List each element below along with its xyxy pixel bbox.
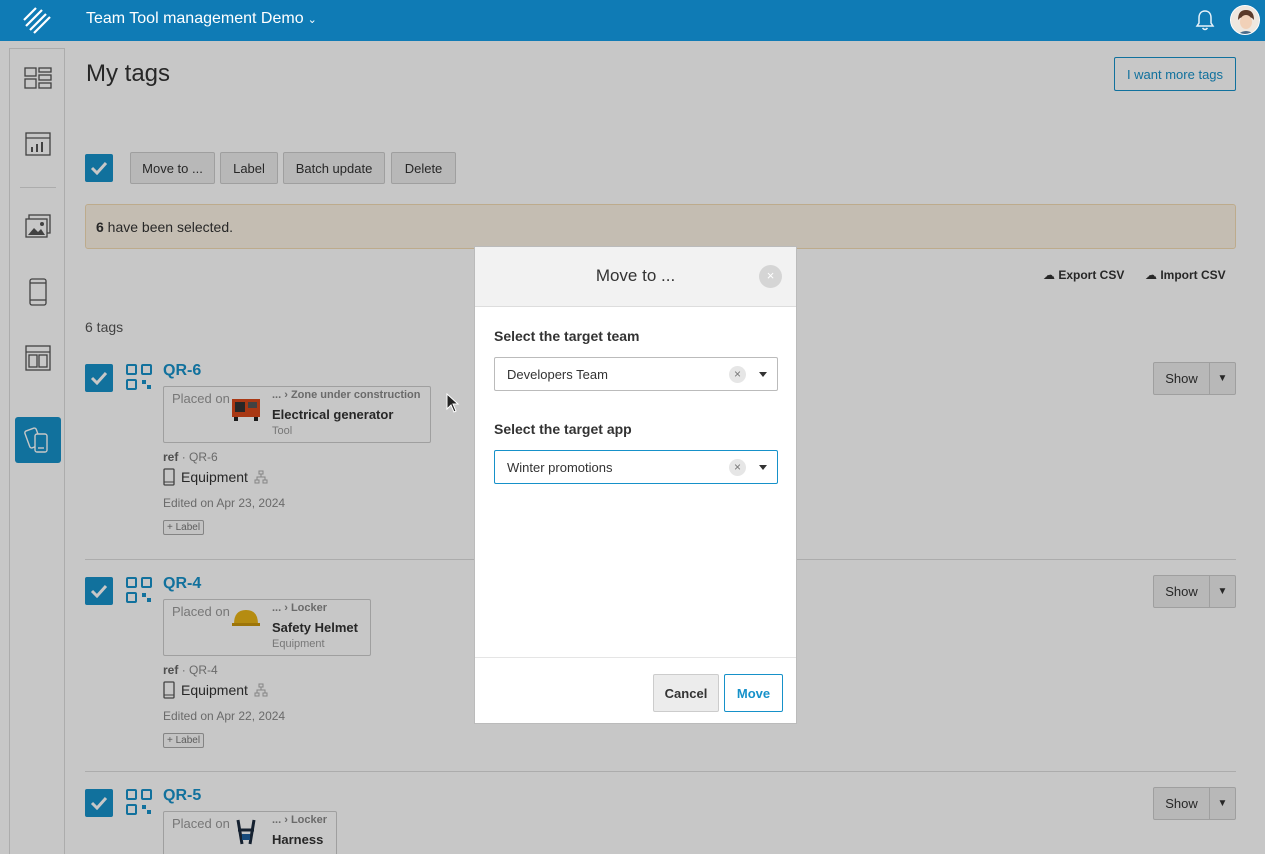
cancel-button[interactable]: Cancel — [653, 674, 719, 712]
app-select-value: Winter promotions — [507, 460, 613, 475]
clear-icon[interactable]: × — [729, 366, 746, 383]
top-bar: Team Tool management Demo ⌄ — [0, 0, 1265, 41]
app-field-label: Select the target app — [494, 421, 632, 437]
dialog-header: Move to ... × — [475, 247, 796, 307]
avatar-image — [1231, 6, 1259, 34]
team-select[interactable]: Developers Team × — [494, 357, 778, 391]
dialog-title: Move to ... — [595, 266, 676, 285]
team-select-value: Developers Team — [507, 367, 608, 382]
caret-down-icon[interactable] — [759, 465, 767, 470]
app-logo-icon[interactable] — [22, 4, 52, 34]
chevron-down-icon: ⌄ — [307, 14, 317, 26]
app-title: Team Tool management Demo — [86, 10, 304, 27]
app-select[interactable]: Winter promotions × — [494, 450, 778, 484]
dialog-footer-divider — [475, 657, 796, 658]
close-icon[interactable]: × — [759, 265, 782, 288]
user-avatar[interactable] — [1230, 5, 1260, 35]
team-field-label: Select the target team — [494, 328, 640, 344]
caret-down-icon[interactable] — [759, 372, 767, 377]
clear-icon[interactable]: × — [729, 459, 746, 476]
app-switcher[interactable]: Team Tool management Demo ⌄ — [86, 10, 317, 28]
move-to-dialog: Move to ... × Select the target team Dev… — [474, 246, 797, 724]
move-button[interactable]: Move — [724, 674, 783, 712]
notification-bell-icon[interactable] — [1195, 9, 1215, 31]
mouse-cursor-icon — [446, 393, 460, 413]
